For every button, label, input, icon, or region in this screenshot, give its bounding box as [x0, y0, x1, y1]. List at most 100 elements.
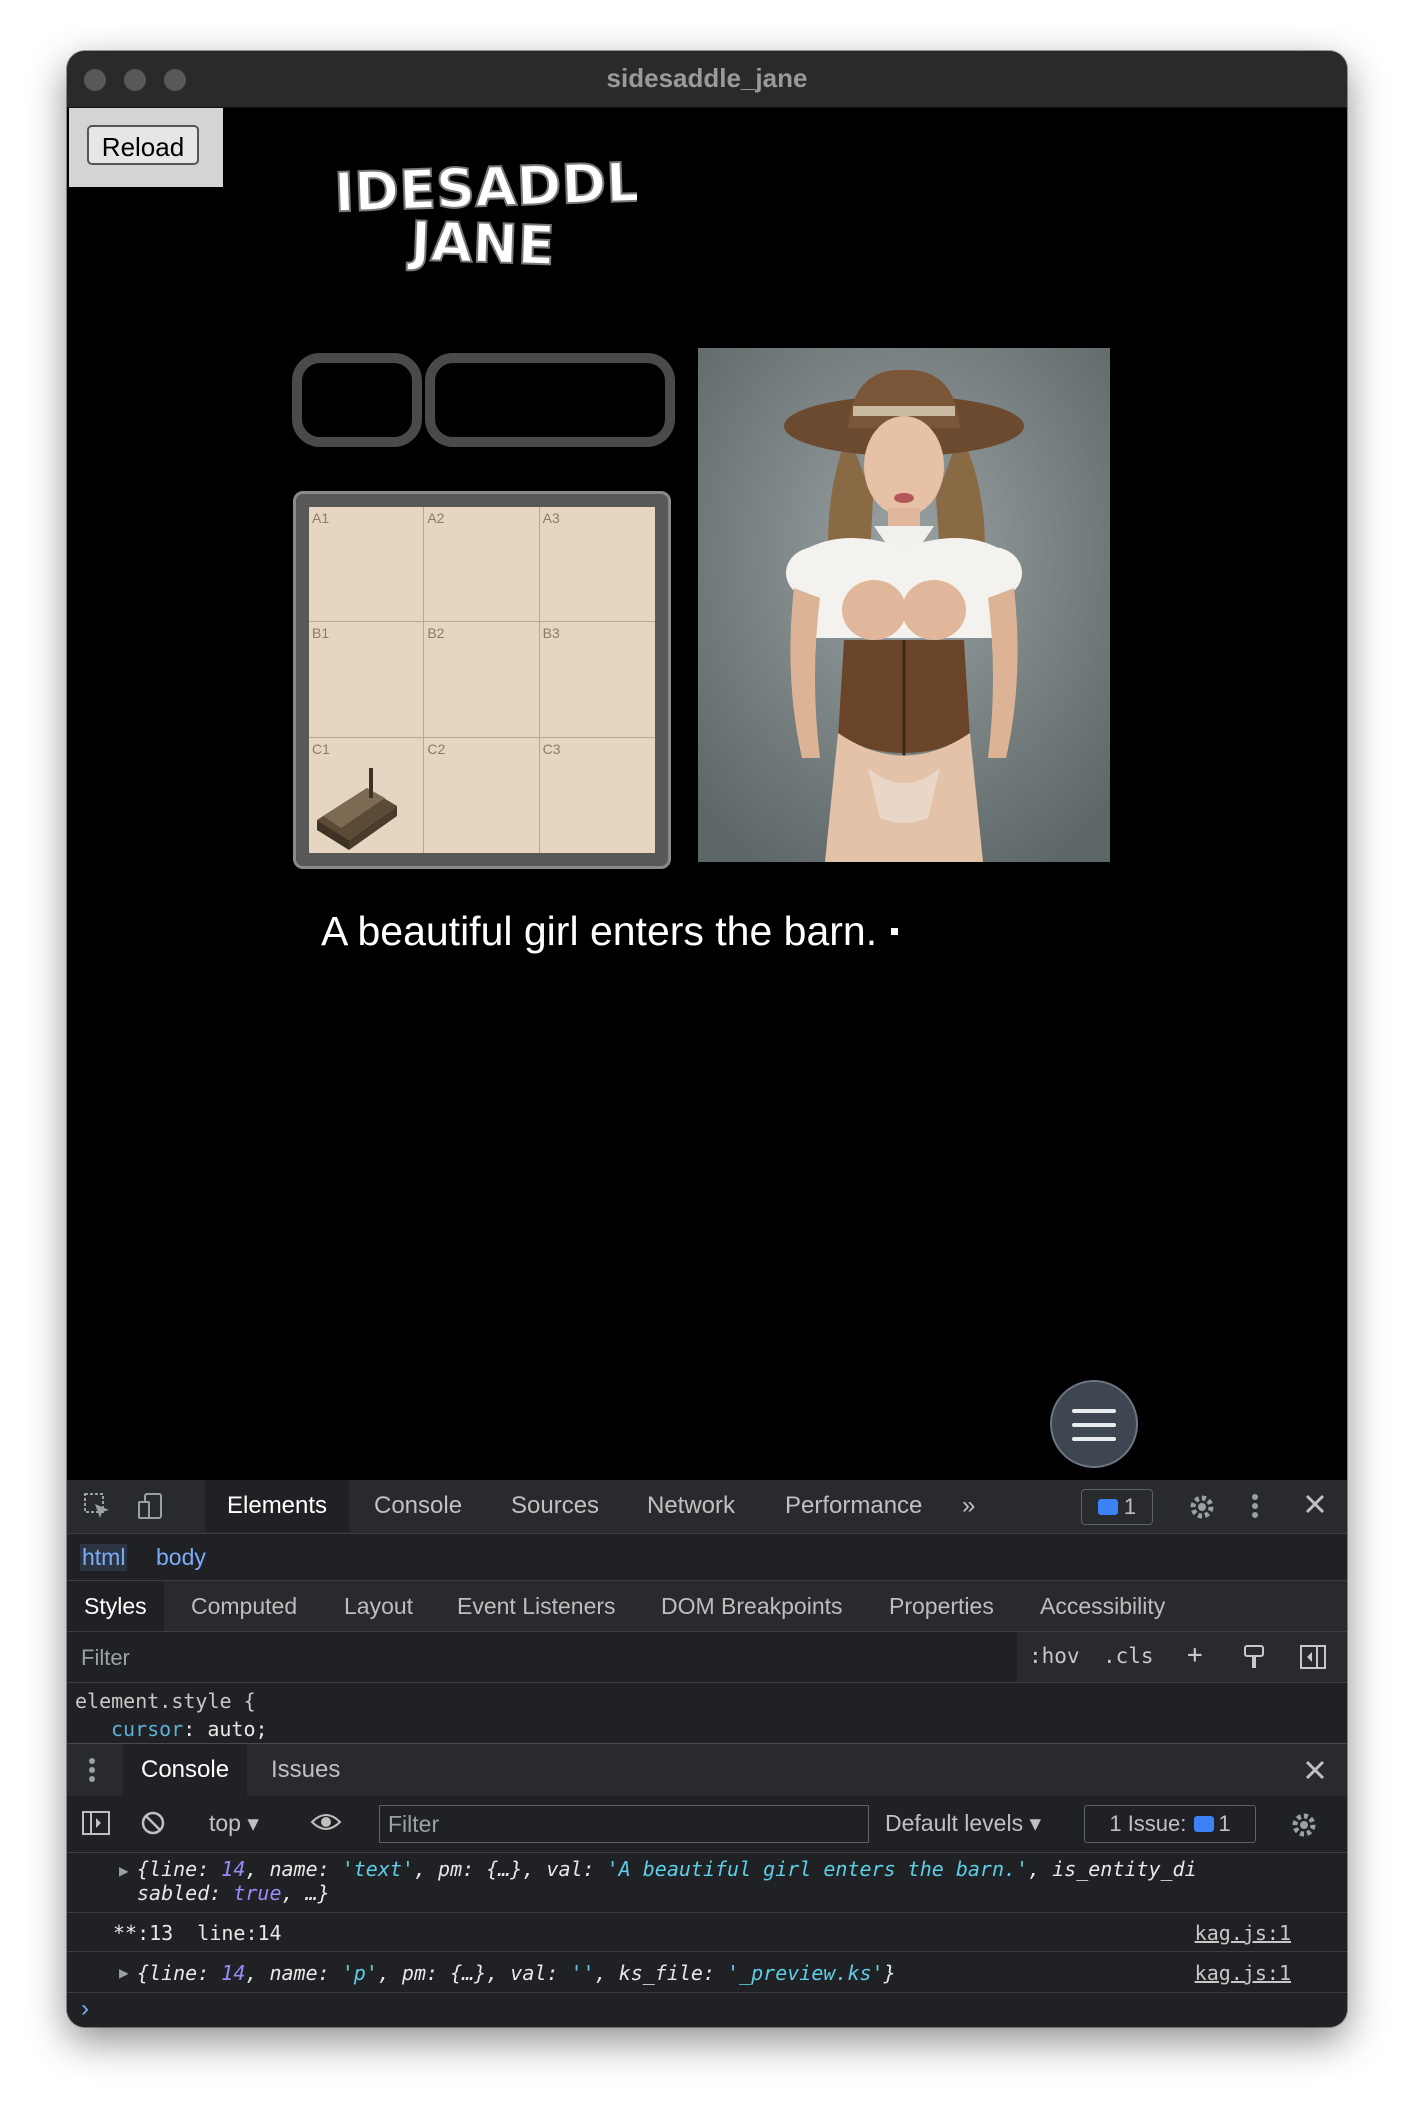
style-property-name[interactable]: cursor: [111, 1717, 183, 1741]
breadcrumb-html[interactable]: html: [80, 1544, 128, 1571]
live-expression-eye-icon[interactable]: [310, 1810, 342, 1840]
style-property-value[interactable]: auto;: [207, 1717, 267, 1741]
tab-sources[interactable]: Sources: [511, 1480, 599, 1532]
log-source-link[interactable]: kag.js:1: [1195, 1961, 1291, 1985]
console-log-entry[interactable]: **:13 line:14 kag.js:1: [67, 1913, 1347, 1952]
cls-toggle[interactable]: .cls: [1103, 1644, 1154, 1668]
map-cell-label: C3: [542, 740, 561, 757]
map-grid: A1 A2 A3 B1 B2 B3 C1 C2 C3: [309, 507, 655, 853]
map-cell-label: A1: [312, 510, 330, 526]
style-selector: element.style {: [75, 1689, 256, 1713]
subtab-computed[interactable]: Computed: [191, 1581, 297, 1631]
paint-brush-icon[interactable]: [1242, 1644, 1266, 1675]
console-settings-gear-icon[interactable]: [1289, 1810, 1319, 1846]
map-cell-label: C2: [427, 740, 446, 757]
game-screen[interactable]: Reload SIDESADDLE JANE A1 A2 A3 B1 B2 B3 C1 C2 C…: [67, 108, 1347, 1480]
map-cell-label: A2: [427, 510, 445, 526]
devtools-tabbar: Elements Console Sources Network Perform…: [67, 1480, 1347, 1534]
chevron-down-icon: ▾: [247, 1810, 259, 1836]
hov-toggle[interactable]: :hov: [1029, 1644, 1080, 1668]
drawer-tab-issues[interactable]: Issues: [271, 1744, 340, 1796]
menu-button[interactable]: [1050, 1380, 1138, 1468]
drawer-tab-console[interactable]: Console: [123, 1744, 248, 1796]
subtab-properties[interactable]: Properties: [889, 1581, 994, 1631]
tab-console[interactable]: Console: [374, 1480, 462, 1532]
map-cell-c1[interactable]: C1: [309, 737, 425, 853]
console-log-entry[interactable]: ▶ {line: 14, name: 'text', pm: {…}, val:…: [67, 1853, 1347, 1913]
map-cell-label: A3: [542, 510, 560, 526]
settings-gear-icon[interactable]: [1187, 1492, 1217, 1529]
title-bar: sidesaddle_jane: [67, 51, 1347, 108]
message-icon: [1194, 1816, 1215, 1832]
reload-button[interactable]: Reload: [87, 125, 199, 165]
issues-label: 1 Issue:: [1109, 1811, 1187, 1836]
subtab-layout[interactable]: Layout: [344, 1581, 413, 1631]
message-icon: [1097, 1499, 1118, 1515]
subtab-event-listeners[interactable]: Event Listeners: [457, 1581, 616, 1631]
map-cell-b3[interactable]: B3: [539, 622, 655, 738]
menu-bar-icon: [1072, 1437, 1116, 1441]
drawer-tabbar: Console Issues: [67, 1743, 1347, 1797]
console-sidebar-icon[interactable]: [81, 1810, 111, 1842]
close-drawer-icon[interactable]: [1303, 1758, 1327, 1789]
close-devtools-icon[interactable]: [1303, 1492, 1327, 1523]
console-toolbar: top ▾ Filter Default levels ▾ 1 Issue: 1: [67, 1796, 1347, 1853]
drawer-menu-icon[interactable]: [87, 1756, 97, 1791]
tab-performance[interactable]: Performance: [785, 1480, 922, 1532]
context-selector[interactable]: top ▾: [209, 1810, 259, 1837]
map-cell-label: B2: [427, 625, 445, 642]
tab-network[interactable]: Network: [647, 1480, 735, 1532]
map-cell-a3[interactable]: A3: [539, 507, 655, 623]
map-cell-a1[interactable]: A1: [309, 507, 425, 623]
subtab-accessibility[interactable]: Accessibility: [1040, 1581, 1165, 1631]
map-cell-b1[interactable]: B1: [309, 622, 425, 738]
add-rule-icon[interactable]: +: [1187, 1640, 1203, 1670]
map-cell-c3[interactable]: C3: [540, 738, 655, 853]
console-filter-input[interactable]: Filter: [379, 1805, 869, 1843]
map-cell-label: B3: [542, 625, 560, 642]
character-portrait: [698, 348, 1110, 862]
styles-rules: element.style { cursor: auto;: [67, 1683, 1347, 1743]
message-window[interactable]: A beautiful girl enters the barn.: [321, 908, 899, 955]
issues-badge[interactable]: 1: [1081, 1489, 1153, 1525]
status-slot-small: [292, 353, 422, 447]
menu-bar-icon: [1072, 1409, 1116, 1413]
log-source-link[interactable]: kag.js:1: [1195, 1921, 1291, 1945]
console-prompt[interactable]: ›: [81, 1995, 89, 2023]
map-cell-a2[interactable]: A2: [424, 507, 540, 623]
kebab-menu-icon[interactable]: [1250, 1492, 1260, 1527]
device-toolbar-icon[interactable]: [137, 1492, 165, 1527]
map-cell-label: B1: [312, 625, 330, 642]
styles-filter-tools: :hov .cls +: [1017, 1632, 1347, 1682]
map-cell-c2[interactable]: C2: [424, 737, 540, 853]
subtab-dom-breakpoints[interactable]: DOM Breakpoints: [661, 1581, 843, 1631]
expand-arrow-icon[interactable]: ▶: [119, 1963, 129, 1982]
logo-line-2: JANE: [406, 209, 556, 277]
status-slot-wide: [425, 353, 675, 447]
subtab-styles[interactable]: Styles: [67, 1581, 164, 1631]
window-title: sidesaddle_jane: [606, 63, 808, 93]
console-issues-button[interactable]: 1 Issue: 1: [1084, 1805, 1256, 1843]
expand-arrow-icon[interactable]: ▶: [119, 1861, 129, 1880]
styles-filter-input[interactable]: Filter: [81, 1645, 130, 1671]
inspect-element-icon[interactable]: [83, 1492, 111, 1527]
map-cell-b2[interactable]: B2: [424, 622, 540, 738]
map-panel: A1 A2 A3 B1 B2 B3 C1 C2 C3: [293, 491, 671, 869]
toggle-sidebar-icon[interactable]: [1299, 1644, 1327, 1675]
tab-elements[interactable]: Elements: [205, 1480, 350, 1532]
console-log-entry[interactable]: ▶ {line: 14, name: 'p', pm: {…}, val: ''…: [67, 1952, 1347, 1993]
breadcrumb: html body: [67, 1534, 1347, 1581]
chevron-down-icon: ▾: [1029, 1810, 1042, 1836]
game-logo: SIDESADDLE JANE: [337, 148, 637, 278]
clear-console-icon[interactable]: [140, 1810, 166, 1842]
style-declaration[interactable]: cursor: auto;: [111, 1717, 268, 1741]
styles-subtabs: Styles Computed Layout Event Listeners D…: [67, 1581, 1347, 1632]
log-levels-dropdown[interactable]: Default levels ▾: [885, 1810, 1041, 1837]
map-cell-label: C1: [312, 740, 330, 757]
more-tabs-icon[interactable]: »: [962, 1480, 975, 1532]
reload-panel: Reload: [69, 108, 223, 187]
context-selector-label: top: [209, 1810, 241, 1836]
log-levels-label: Default levels: [885, 1810, 1024, 1836]
breadcrumb-body[interactable]: body: [156, 1544, 206, 1571]
devtools-panel: Elements Console Sources Network Perform…: [67, 1480, 1347, 2027]
